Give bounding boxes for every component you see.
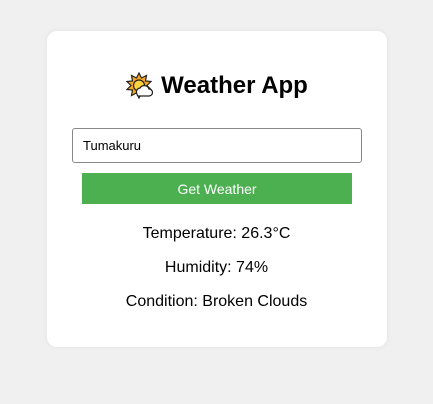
get-weather-button[interactable]: Get Weather [82,173,352,204]
sun-behind-cloud-icon [125,72,154,100]
humidity-text: Humidity: 74% [164,259,269,276]
temperature-text: Temperature: 26.3°C [142,225,291,242]
header: Weather App [0,72,433,100]
app-title: Weather App [161,72,308,99]
city-input[interactable] [72,128,362,163]
condition-text: Condition: Broken Clouds [125,293,308,310]
